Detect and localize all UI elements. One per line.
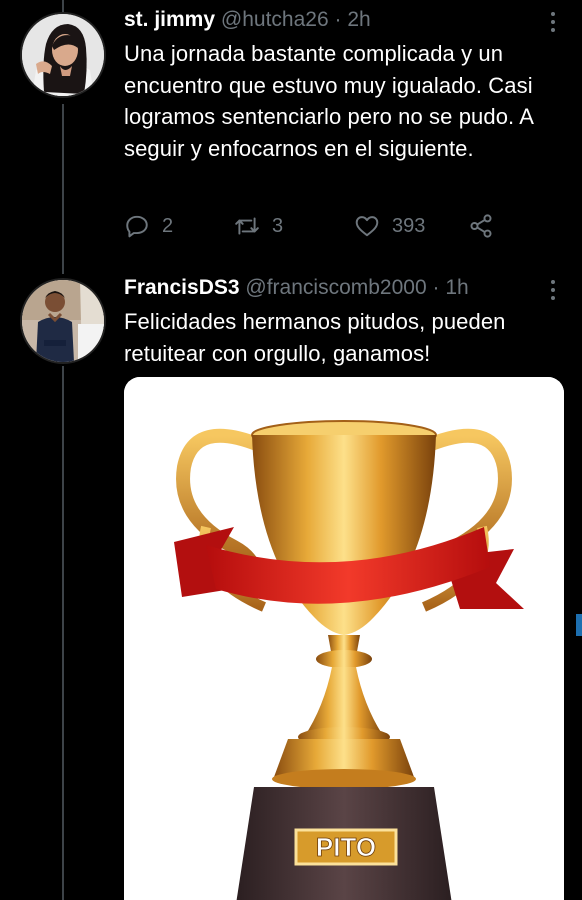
tweet-1[interactable]: st. jimmy @hutcha26 · 2h Una jornada bas… <box>0 0 582 270</box>
tweet-1-header: st. jimmy @hutcha26 · 2h <box>124 6 542 34</box>
tweet-1-content: st. jimmy @hutcha26 · 2h Una jornada bas… <box>124 6 542 164</box>
trophy-plaque-text: PITO <box>316 832 376 862</box>
retweet-button[interactable]: 3 <box>234 206 283 246</box>
retweet-icon <box>235 217 259 235</box>
reply-count: 2 <box>162 214 174 237</box>
avatar-francisds3[interactable] <box>20 278 106 364</box>
timestamp[interactable]: 1h <box>445 276 468 299</box>
separator: · <box>334 8 342 31</box>
tweet-2-content: FrancisDS3 @franciscomb2000 · 1h Felicid… <box>124 274 542 369</box>
timestamp[interactable]: 2h <box>347 8 370 31</box>
tweet-2-text: Felicidades hermanos pitudos, pueden ret… <box>124 309 506 366</box>
tweet-2-media-image[interactable]: PITO <box>124 377 564 900</box>
more-icon[interactable] <box>550 12 556 36</box>
like-count: 393 <box>392 214 426 237</box>
tweet-1-text: Una jornada bastante complicada y un enc… <box>124 41 533 161</box>
handle[interactable]: @hutcha26 <box>221 8 329 31</box>
separator: · <box>432 276 440 299</box>
display-name[interactable]: FrancisDS3 <box>124 276 240 299</box>
avatar-st-jimmy[interactable] <box>20 12 106 98</box>
share-icon <box>470 214 492 238</box>
tweet-1-actions: 2 3 393 <box>124 206 524 246</box>
scroll-indicator <box>576 614 582 636</box>
tweet-2-header: FrancisDS3 @franciscomb2000 · 1h <box>124 274 542 302</box>
reply-icon <box>126 215 148 238</box>
display-name[interactable]: st. jimmy <box>124 8 215 31</box>
share-button[interactable] <box>468 206 506 246</box>
more-icon[interactable] <box>550 280 556 304</box>
heart-icon <box>355 216 379 237</box>
handle[interactable]: @franciscomb2000 <box>245 276 426 299</box>
trophy-illustration: PITO <box>124 377 564 900</box>
reply-button[interactable]: 2 <box>124 206 173 246</box>
retweet-count: 3 <box>272 214 284 237</box>
like-button[interactable]: 393 <box>354 206 425 246</box>
